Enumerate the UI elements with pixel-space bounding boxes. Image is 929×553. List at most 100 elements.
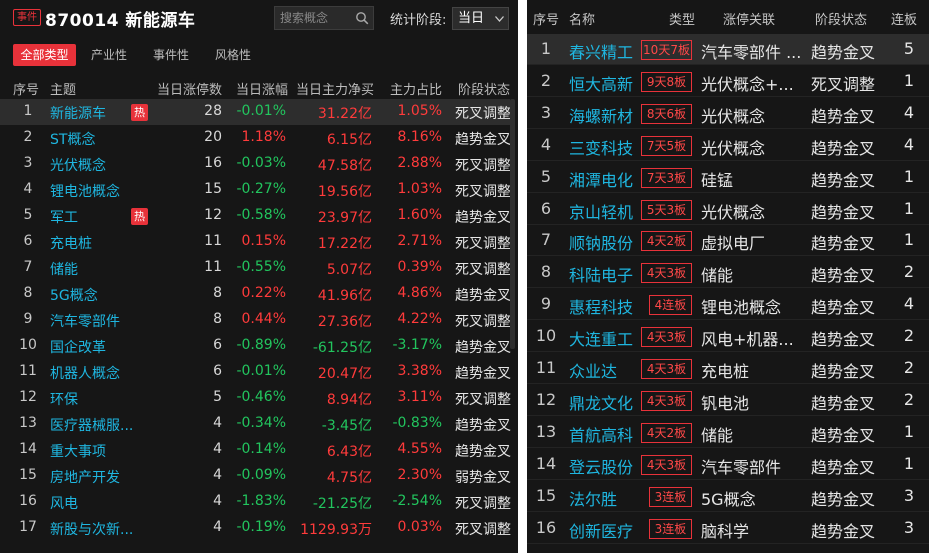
table-row[interactable]: 2 恒大高新 9天8板 光伏概念+... 死叉调整 1 bbox=[527, 66, 929, 97]
net-buy: 8.94亿 bbox=[326, 392, 372, 408]
theme-name[interactable]: 环保 bbox=[50, 389, 78, 409]
col-index[interactable]: 序号 bbox=[13, 79, 39, 98]
table-row[interactable]: 11 众业达 4天3板 充电桩 趋势金叉 2 bbox=[527, 353, 929, 384]
table-row[interactable]: 8 科陆电子 4天3板 储能 趋势金叉 2 bbox=[527, 257, 929, 289]
theme-name[interactable]: 重大事项 bbox=[50, 441, 106, 461]
table-row[interactable]: 11 机器人概念 6 -0.01% 20.47亿 3.38% 趋势金叉 bbox=[0, 359, 511, 385]
search-icon[interactable] bbox=[355, 11, 369, 25]
filter-style[interactable]: 风格性 bbox=[208, 44, 258, 66]
theme-name[interactable]: 充电桩 bbox=[50, 233, 92, 253]
table-row[interactable]: 4 三变科技 7天5板 光伏概念 趋势金叉 4 bbox=[527, 130, 929, 161]
theme-name[interactable]: 光伏概念 bbox=[50, 155, 106, 175]
col-type[interactable]: 类型 bbox=[669, 9, 695, 28]
theme-name[interactable]: 机器人概念 bbox=[50, 363, 120, 383]
col-name[interactable]: 名称 bbox=[569, 9, 595, 28]
theme-name[interactable]: 新股与次新... bbox=[50, 519, 133, 539]
stock-name[interactable]: 顺钠股份 bbox=[569, 230, 633, 254]
period-select[interactable]: 当日 bbox=[452, 7, 509, 30]
consecutive-count: 1 bbox=[903, 230, 915, 250]
table-row[interactable]: 7 储能 11 -0.55% 5.07亿 0.39% 死叉调整 bbox=[0, 255, 511, 281]
table-row[interactable]: 9 汽车零部件 8 0.44% 27.36亿 4.22% 死叉调整 bbox=[0, 307, 511, 333]
col-stage[interactable]: 阶段状态 bbox=[458, 79, 510, 98]
theme-name[interactable]: ST概念 bbox=[50, 129, 95, 149]
limitup-type-badge: 4天3板 bbox=[641, 359, 692, 379]
table-row[interactable]: 1 春兴精工 10天7板 汽车零部件 ... 趋势金叉 5 bbox=[527, 34, 929, 65]
stock-name[interactable]: 科陆电子 bbox=[569, 262, 633, 286]
table-row[interactable]: 9 惠程科技 4连板 锂电池概念 趋势金叉 4 bbox=[527, 289, 929, 321]
theme-name[interactable]: 汽车零部件 bbox=[50, 311, 120, 331]
table-row[interactable]: 7 顺钠股份 4天2板 虚拟电厂 趋势金叉 1 bbox=[527, 225, 929, 257]
table-row[interactable]: 17 新股与次新... 4 -0.19% 1129.93万 0.03% 死叉调整 bbox=[0, 515, 511, 541]
theme-name[interactable]: 医疗器械服... bbox=[50, 415, 133, 435]
table-row[interactable]: 16 创新医疗 3连板 脑科学 趋势金叉 3 bbox=[527, 513, 929, 544]
table-row[interactable]: 15 法尔胜 3连板 5G概念 趋势金叉 3 bbox=[527, 481, 929, 512]
stock-name[interactable]: 惠程科技 bbox=[569, 294, 633, 318]
table-row[interactable]: 5 军工 热 12 -0.58% 23.97亿 1.60% 趋势金叉 bbox=[0, 203, 511, 229]
theme-name[interactable]: 5G概念 bbox=[50, 285, 98, 305]
table-row[interactable]: 14 登云股份 4天3板 汽车零部件 趋势金叉 1 bbox=[527, 449, 929, 480]
table-row[interactable]: 10 国企改革 6 -0.89% -61.25亿 -3.17% 趋势金叉 bbox=[0, 333, 511, 359]
col-related[interactable]: 涨停关联 bbox=[723, 9, 775, 28]
col-index[interactable]: 序号 bbox=[533, 9, 559, 28]
table-row[interactable]: 13 首航高科 4天2板 储能 趋势金叉 1 bbox=[527, 417, 929, 448]
stock-name[interactable]: 鼎龙文化 bbox=[569, 390, 633, 414]
row-index: 6 bbox=[540, 198, 552, 218]
theme-name[interactable]: 新能源车 bbox=[50, 103, 106, 123]
theme-name[interactable]: 国企改革 bbox=[50, 337, 106, 357]
table-row[interactable]: 16 风电 4 -1.83% -21.25亿 -2.54% 死叉调整 bbox=[0, 489, 511, 515]
table-row[interactable]: 12 鼎龙文化 4天3板 钒电池 趋势金叉 2 bbox=[527, 385, 929, 416]
change-pct: -0.46% bbox=[236, 389, 286, 405]
col-change[interactable]: 当日涨幅 bbox=[236, 79, 288, 98]
table-row[interactable]: 14 重大事项 4 -0.14% 6.43亿 4.55% 趋势金叉 bbox=[0, 437, 511, 463]
table-row[interactable]: 3 海螺新材 8天6板 光伏概念 趋势金叉 4 bbox=[527, 98, 929, 129]
table-row[interactable]: 5 湘潭电化 7天3板 硅锰 趋势金叉 1 bbox=[527, 162, 929, 193]
stock-name[interactable]: 海螺新材 bbox=[569, 103, 633, 127]
theme-name[interactable]: 房地产开发 bbox=[50, 467, 120, 487]
theme-name[interactable]: 风电 bbox=[50, 493, 78, 513]
table-row[interactable]: 6 京山轻机 5天3板 光伏概念 趋势金叉 1 bbox=[527, 194, 929, 225]
table-row[interactable]: 4 锂电池概念 15 -0.27% 19.56亿 1.03% 死叉调整 bbox=[0, 177, 511, 203]
search-input[interactable]: 搜索概念 bbox=[274, 6, 374, 30]
theme-name[interactable]: 储能 bbox=[50, 259, 78, 279]
stock-name[interactable]: 湘潭电化 bbox=[569, 167, 633, 191]
table-row[interactable]: 8 5G概念 8 0.22% 41.96亿 4.86% 趋势金叉 bbox=[0, 281, 511, 307]
table-row[interactable]: 6 充电桩 11 0.15% 17.22亿 2.71% 死叉调整 bbox=[0, 229, 511, 255]
col-consecutive[interactable]: 连板 bbox=[891, 9, 917, 28]
stock-name[interactable]: 恒大高新 bbox=[569, 71, 633, 95]
hot-badge: 热 bbox=[131, 208, 148, 225]
consecutive-count: 2 bbox=[903, 262, 915, 282]
col-theme[interactable]: 主题 bbox=[50, 79, 76, 98]
col-stage[interactable]: 阶段状态 bbox=[815, 9, 867, 28]
stock-name[interactable]: 三变科技 bbox=[569, 135, 633, 159]
stock-name[interactable]: 大连重工 bbox=[569, 326, 633, 350]
table-row[interactable]: 13 医疗器械服... 4 -0.34% -3.45亿 -0.83% 趋势金叉 bbox=[0, 411, 511, 437]
stock-name[interactable]: 登云股份 bbox=[569, 454, 633, 478]
limitup-count: 20 bbox=[204, 129, 222, 145]
table-row[interactable]: 3 光伏概念 16 -0.03% 47.58亿 2.88% 死叉调整 bbox=[0, 151, 511, 177]
theme-name[interactable]: 军工 bbox=[50, 207, 78, 227]
stock-name[interactable]: 春兴精工 bbox=[569, 39, 633, 63]
col-ratio[interactable]: 主力占比 bbox=[390, 79, 442, 98]
col-limitup-count[interactable]: 当日涨停数 bbox=[157, 79, 222, 98]
filter-event[interactable]: 事件性 bbox=[146, 44, 196, 66]
stock-name[interactable]: 法尔胜 bbox=[569, 486, 617, 510]
scrollbar[interactable] bbox=[510, 99, 515, 349]
row-index: 3 bbox=[540, 102, 552, 122]
row-index: 8 bbox=[540, 262, 552, 282]
net-buy: -21.25亿 bbox=[312, 496, 372, 512]
theme-name[interactable]: 锂电池概念 bbox=[50, 181, 120, 201]
stock-name[interactable]: 创新医疗 bbox=[569, 518, 633, 542]
stock-name[interactable]: 首航高科 bbox=[569, 422, 633, 446]
stock-name[interactable]: 京山轻机 bbox=[569, 199, 633, 223]
filter-industry[interactable]: 产业性 bbox=[84, 44, 134, 66]
table-row[interactable]: 15 房地产开发 4 -0.09% 4.75亿 2.30% 弱势金叉 bbox=[0, 463, 511, 489]
table-row[interactable]: 12 环保 5 -0.46% 8.94亿 3.11% 死叉调整 bbox=[0, 385, 511, 411]
consecutive-count: 3 bbox=[903, 485, 915, 505]
table-row[interactable]: 1 新能源车 热 28 -0.01% 31.22亿 1.05% 死叉调整 bbox=[0, 99, 511, 125]
col-net-buy[interactable]: 当日主力净买 bbox=[296, 79, 374, 98]
consecutive-count: 5 bbox=[903, 39, 915, 58]
table-row[interactable]: 2 ST概念 20 1.18% 6.15亿 8.16% 趋势金叉 bbox=[0, 125, 511, 151]
stock-name[interactable]: 众业达 bbox=[569, 358, 617, 382]
table-row[interactable]: 10 大连重工 4天3板 风电+机器... 趋势金叉 2 bbox=[527, 321, 929, 353]
filter-all[interactable]: 全部类型 bbox=[13, 44, 76, 66]
